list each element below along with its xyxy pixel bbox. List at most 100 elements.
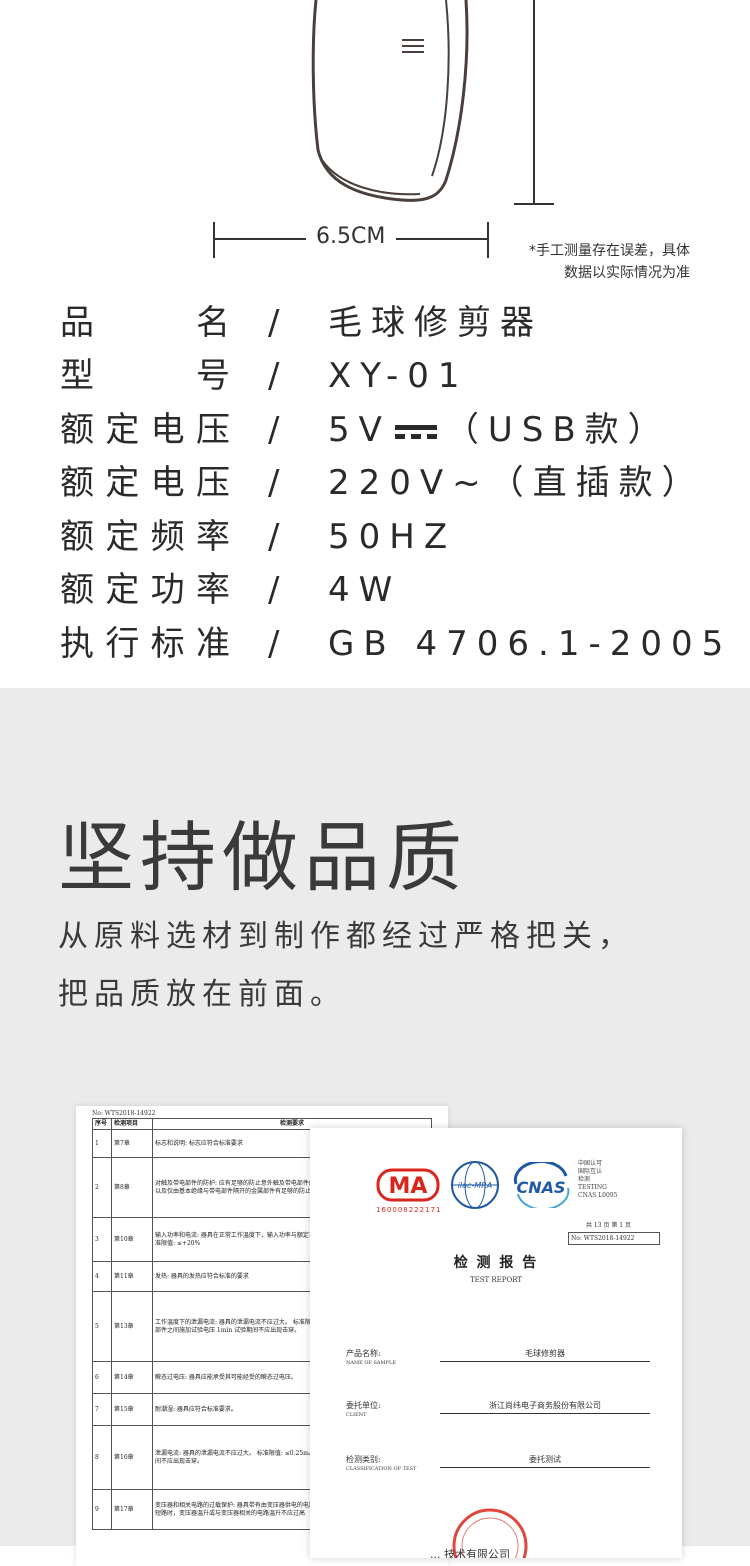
client-label: 委托单位: — [346, 1401, 381, 1410]
page-info: 共 13 页 第 1 页 — [586, 1222, 631, 1229]
spec-label-char: 标 — [150, 624, 185, 664]
report-title: 检 测 报 告 — [453, 1255, 539, 1271]
spec-label-char: 型 — [60, 356, 94, 396]
quality-description-line2: 把品质放在前面。 — [58, 977, 346, 1012]
spec-label-char: 压 — [195, 410, 230, 450]
spec-value-voltage: 5V — [328, 410, 391, 450]
spec-label-char: 号 — [196, 356, 230, 396]
spec-label-char: 额 — [60, 517, 94, 557]
table-cell-chapter: 第15章 — [111, 1393, 153, 1426]
spec-row-voltage-plug: 额 定 电 压 / 220V~（直插款） — [60, 461, 740, 505]
spec-value: 毛球修剪器 — [328, 303, 543, 343]
spec-value-type: （USB款） — [444, 410, 671, 450]
table-cell-no: 7 — [92, 1393, 112, 1426]
spec-label-char: 定 — [105, 517, 140, 557]
spec-slash: / — [268, 463, 280, 503]
table-cell-no: 1 — [92, 1129, 112, 1158]
spec-label-char: 率 — [195, 570, 230, 610]
spec-value: 5V （USB款） — [328, 408, 671, 452]
spec-slash: / — [268, 303, 280, 343]
spec-section: 6.5CM *手工测量存在误差，具体 数据以实际情况为准 品 名 / 毛球修剪器… — [0, 0, 750, 688]
table-cell-no: 9 — [92, 1489, 112, 1530]
spec-label: 型 号 — [60, 354, 230, 398]
quality-headline: 坚持做品质 — [58, 813, 468, 902]
spec-label-char: 品 — [60, 303, 94, 343]
spec-label-char: 频 — [150, 517, 185, 557]
spec-row-frequency: 额 定 频 率 / 50HZ — [60, 515, 740, 559]
spec-value: 220V~（直插款） — [328, 463, 705, 503]
spec-label: 额 定 功 率 — [60, 568, 230, 612]
table-header-no: 序号 — [92, 1118, 112, 1130]
spec-label: 执 行 标 准 — [60, 622, 230, 666]
table-cell-no: 6 — [92, 1361, 112, 1394]
dc-symbol-icon — [394, 422, 437, 442]
measurement-note-line1: *手工测量存在误差，具体 — [529, 243, 690, 259]
report-title-en: TEST REPORT — [469, 1276, 523, 1284]
spec-row-power: 额 定 功 率 / 4W — [60, 568, 740, 612]
spec-label: 额 定 电 压 — [60, 408, 230, 452]
accred-cn3: 检测 — [578, 1176, 591, 1183]
ma-number: 160008222171 — [376, 1206, 442, 1214]
table-cell-chapter: 第7章 — [111, 1129, 153, 1158]
spec-value: GB 4706.1-2005 — [328, 624, 733, 664]
cnas-icon: CNAS — [513, 1160, 570, 1211]
quality-section: 坚持做品质 从原料选材到制作都经过严格把关， 把品质放在前面。 No: WTS2… — [0, 688, 750, 1566]
cnas-text: CNAS — [516, 1178, 565, 1197]
spec-value: 50HZ — [328, 517, 457, 557]
front-report-number: No: WTS2018-14922 — [568, 1232, 660, 1245]
ma-logo: MA 160008222171 — [376, 1168, 440, 1214]
spec-label: 额 定 频 率 — [60, 515, 230, 559]
spec-row-voltage-usb: 额 定 电 压 / 5V （USB款） — [60, 408, 740, 452]
spec-label-char: 额 — [60, 463, 94, 503]
table-cell-no: 5 — [92, 1291, 112, 1362]
table-cell-no: 8 — [92, 1425, 112, 1490]
spec-label: 品 名 — [60, 301, 230, 345]
spec-label-char: 电 — [150, 463, 185, 503]
accred-en1: TESTING — [578, 1184, 607, 1191]
accreditation-text: 中国认可 国际互认 检测 TESTING CNAS L0095 — [578, 1160, 617, 1200]
spec-slash: / — [268, 517, 280, 557]
spec-label-char: 电 — [150, 410, 185, 450]
test-class-value: 委托测试 — [440, 1454, 650, 1468]
table-cell-chapter: 第10章 — [111, 1217, 153, 1262]
product-name-value: 毛球修剪器 — [440, 1348, 650, 1362]
spec-slash: / — [268, 624, 280, 664]
product-name-sublabel: NAME OF SAMPLE — [346, 1360, 396, 1366]
back-report-number: No: WTS2018-14922 — [92, 1110, 156, 1117]
spec-label-char: 功 — [150, 570, 185, 610]
ilac-globe-icon: ilac-MRA — [451, 1161, 499, 1209]
table-cell-no: 4 — [92, 1261, 112, 1292]
spec-label-char: 压 — [195, 463, 230, 503]
spec-label-char: 额 — [60, 410, 94, 450]
cnas-logo: CNAS — [510, 1160, 572, 1211]
ma-logo-text: MA — [389, 1174, 428, 1199]
client-value: 浙江尚纬电子商务股份有限公司 — [440, 1400, 650, 1414]
spec-slash: / — [268, 570, 280, 610]
table-cell-chapter: 第14章 — [111, 1361, 153, 1394]
product-name-label: 产品名称: — [346, 1349, 381, 1358]
table-cell-no: 3 — [92, 1217, 112, 1262]
spec-label-char: 定 — [105, 463, 140, 503]
accred-cn1: 中国认可 — [578, 1160, 603, 1167]
spec-slash: / — [268, 410, 280, 450]
table-cell-chapter: 第13章 — [111, 1291, 153, 1362]
spec-label-char: 率 — [195, 517, 230, 557]
spec-row-model: 型 号 / XY-01 — [60, 354, 740, 398]
spec-label-char: 执 — [60, 624, 94, 664]
table-cell-chapter: 第11章 — [111, 1261, 153, 1292]
table-cell-chapter: 第16章 — [111, 1425, 153, 1490]
spec-label-char: 名 — [196, 303, 230, 343]
spec-label-char: 额 — [60, 570, 94, 610]
spec-row-standard: 执 行 标 准 / GB 4706.1-2005 — [60, 622, 740, 666]
spec-label-char: 准 — [195, 624, 230, 664]
client-sublabel: CLIENT — [346, 1412, 367, 1418]
report-bottom-text: ... 技术有限公司 — [430, 1548, 510, 1558]
test-report-cover: MA 160008222171 ilac-MRA CNAS 中国认可 国际互认 — [310, 1128, 682, 1558]
accred-en2: CNAS L0095 — [578, 1192, 618, 1199]
table-header-item: 检测项目 — [111, 1118, 153, 1130]
table-cell-chapter: 第17章 — [111, 1489, 153, 1530]
spec-slash: / — [268, 356, 280, 396]
ilac-mra-logo: ilac-MRA — [450, 1160, 500, 1210]
quality-description: 从原料选材到制作都经过严格把关， 把品质放在前面。 — [58, 908, 718, 1024]
spec-label-char: 定 — [105, 570, 140, 610]
